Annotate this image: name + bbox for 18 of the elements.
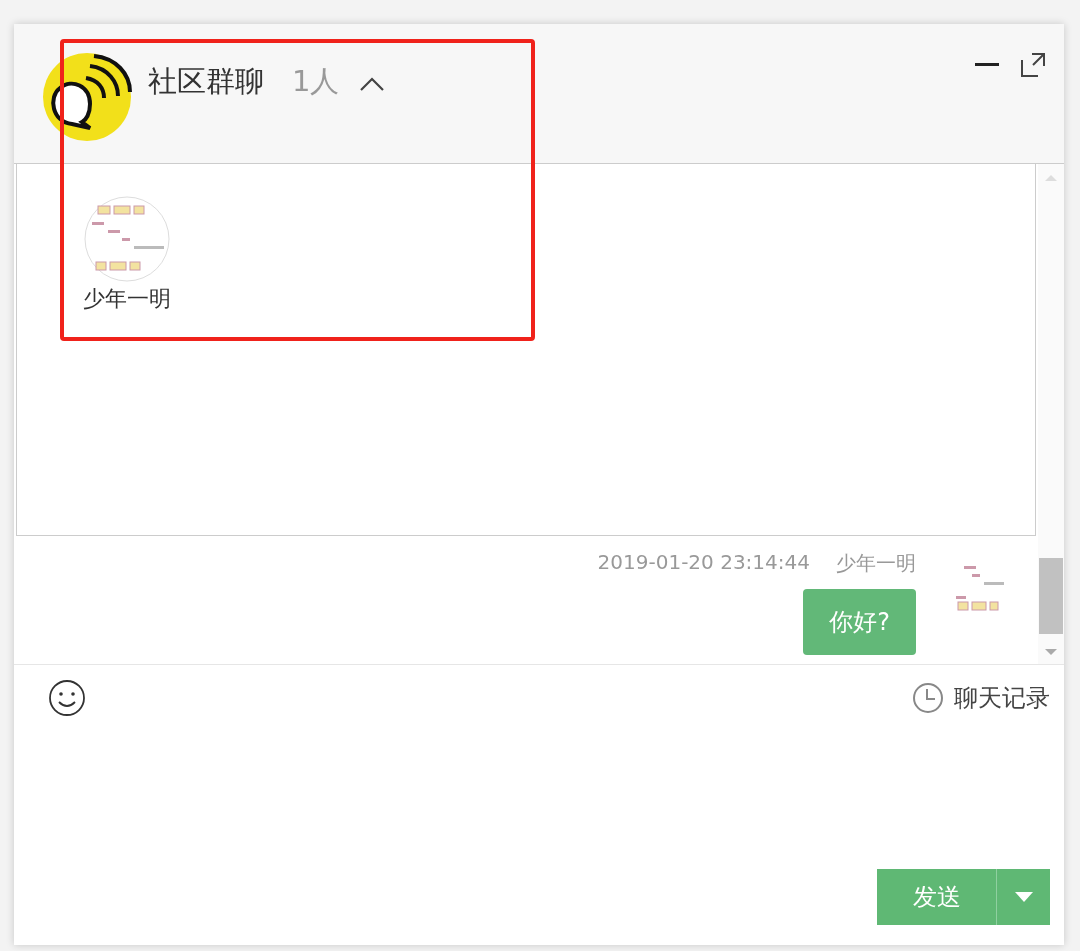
scrollbar-thumb[interactable] — [1039, 558, 1063, 634]
message-bubble: 你好? — [803, 589, 916, 655]
clock-icon — [912, 682, 944, 714]
sender-name: 少年一明 — [836, 550, 916, 577]
scrollbar[interactable] — [1038, 164, 1064, 664]
speech-bubble-avatar-icon — [42, 52, 132, 142]
scroll-up-icon[interactable] — [1044, 174, 1058, 182]
maximize-icon[interactable] — [1020, 52, 1046, 78]
chat-history-button[interactable]: 聊天记录 — [912, 682, 1050, 714]
window-title: 社区群聊 — [148, 63, 264, 100]
caret-icon[interactable] — [359, 76, 386, 92]
scroll-down-icon[interactable] — [1044, 648, 1058, 656]
member-name[interactable]: 少年一明 — [83, 284, 171, 314]
emoji-icon[interactable] — [48, 679, 86, 717]
send-options-button[interactable] — [997, 869, 1050, 925]
caret-icon — [1014, 892, 1033, 902]
member-count: 1人 — [292, 63, 340, 100]
message-time: 2019-01-20 23:14:44 — [597, 550, 810, 576]
